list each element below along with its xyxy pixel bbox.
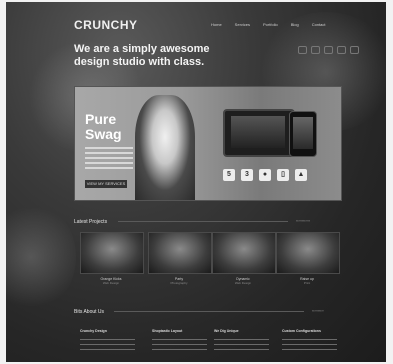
project-card[interactable]: Party Photography xyxy=(148,232,212,285)
about-column-title: Crunchy Design xyxy=(80,329,107,333)
about-column-title: Custom Configurations xyxy=(282,329,321,333)
project-card[interactable]: Dynamic Web Design xyxy=(212,232,276,285)
about-column-text xyxy=(152,339,207,350)
device-icon: ▯ xyxy=(277,169,289,181)
read-more-link[interactable]: ›››››››››› xyxy=(312,309,324,313)
social-icon[interactable] xyxy=(298,46,307,54)
tablet-device-image xyxy=(223,109,295,157)
hero-banner: Pure Swag VIEW MY SERVICES 5 3 ● ▯ ▲ xyxy=(74,86,342,201)
social-icon[interactable] xyxy=(324,46,333,54)
platform-icons: 5 3 ● ▯ ▲ xyxy=(223,169,307,181)
project-category: Web Design xyxy=(102,281,120,285)
hero-title-line1: We are a simply awesome xyxy=(74,43,210,55)
view-services-button[interactable]: VIEW MY SERVICES xyxy=(85,180,127,188)
view-all-projects-link[interactable]: ›››››››››››› xyxy=(296,219,310,223)
project-category: Web Design xyxy=(234,281,252,285)
banner-title: Pure Swag xyxy=(85,112,122,142)
about-column: Shoptastic Layout xyxy=(152,329,207,354)
banner-title-line2: Swag xyxy=(85,126,122,142)
about-column-text xyxy=(282,339,337,350)
project-card[interactable]: Orange Kicks Web Design xyxy=(80,232,144,285)
about-column-text xyxy=(80,339,135,350)
project-category: Print xyxy=(303,281,311,285)
apple-icon: ● xyxy=(259,169,271,181)
social-icon[interactable] xyxy=(311,46,320,54)
divider xyxy=(114,311,304,312)
banner-title-line1: Pure xyxy=(85,111,117,127)
nav-contact[interactable]: Contact xyxy=(312,22,326,27)
banner-text xyxy=(85,147,133,172)
site-logo[interactable]: CRUNCHY xyxy=(74,18,138,32)
about-column-title: We Dig Unique xyxy=(214,329,239,333)
hero-title: We are a simply awesome design studio wi… xyxy=(74,43,244,69)
css3-icon: 3 xyxy=(241,169,253,181)
about-column: Custom Configurations xyxy=(282,329,337,354)
nav-blog[interactable]: Blog xyxy=(291,22,299,27)
about-column: Crunchy Design xyxy=(80,329,135,354)
banner-portrait-image xyxy=(135,95,195,200)
project-card[interactable]: Raise up Print xyxy=(276,232,340,285)
project-thumbnail[interactable] xyxy=(148,232,212,274)
phone-device-image xyxy=(289,111,317,157)
about-column-title: Shoptastic Layout xyxy=(152,329,183,333)
about-column: We Dig Unique xyxy=(214,329,269,354)
main-nav: Home Services Portfolio Blog Contact xyxy=(211,22,326,27)
project-thumbnail[interactable] xyxy=(80,232,144,274)
social-icon[interactable] xyxy=(350,46,359,54)
social-icon[interactable] xyxy=(337,46,346,54)
social-icons xyxy=(298,46,359,54)
nav-services[interactable]: Services xyxy=(235,22,250,27)
project-thumbnail[interactable] xyxy=(276,232,340,274)
hero-title-line2: design studio with class. xyxy=(74,56,205,68)
about-heading: Bits About Us xyxy=(74,309,105,315)
smoke-texture xyxy=(6,202,76,312)
nav-portfolio[interactable]: Portfolio xyxy=(263,22,278,27)
nav-home[interactable]: Home xyxy=(211,22,222,27)
latest-projects-heading: Latest Projects xyxy=(74,219,108,225)
html5-icon: 5 xyxy=(223,169,235,181)
project-category: Photography xyxy=(170,281,188,285)
android-icon: ▲ xyxy=(295,169,307,181)
website-mockup: CRUNCHY Home Services Portfolio Blog Con… xyxy=(6,2,386,362)
project-thumbnail[interactable] xyxy=(212,232,276,274)
about-column-text xyxy=(214,339,269,350)
divider xyxy=(118,221,288,222)
